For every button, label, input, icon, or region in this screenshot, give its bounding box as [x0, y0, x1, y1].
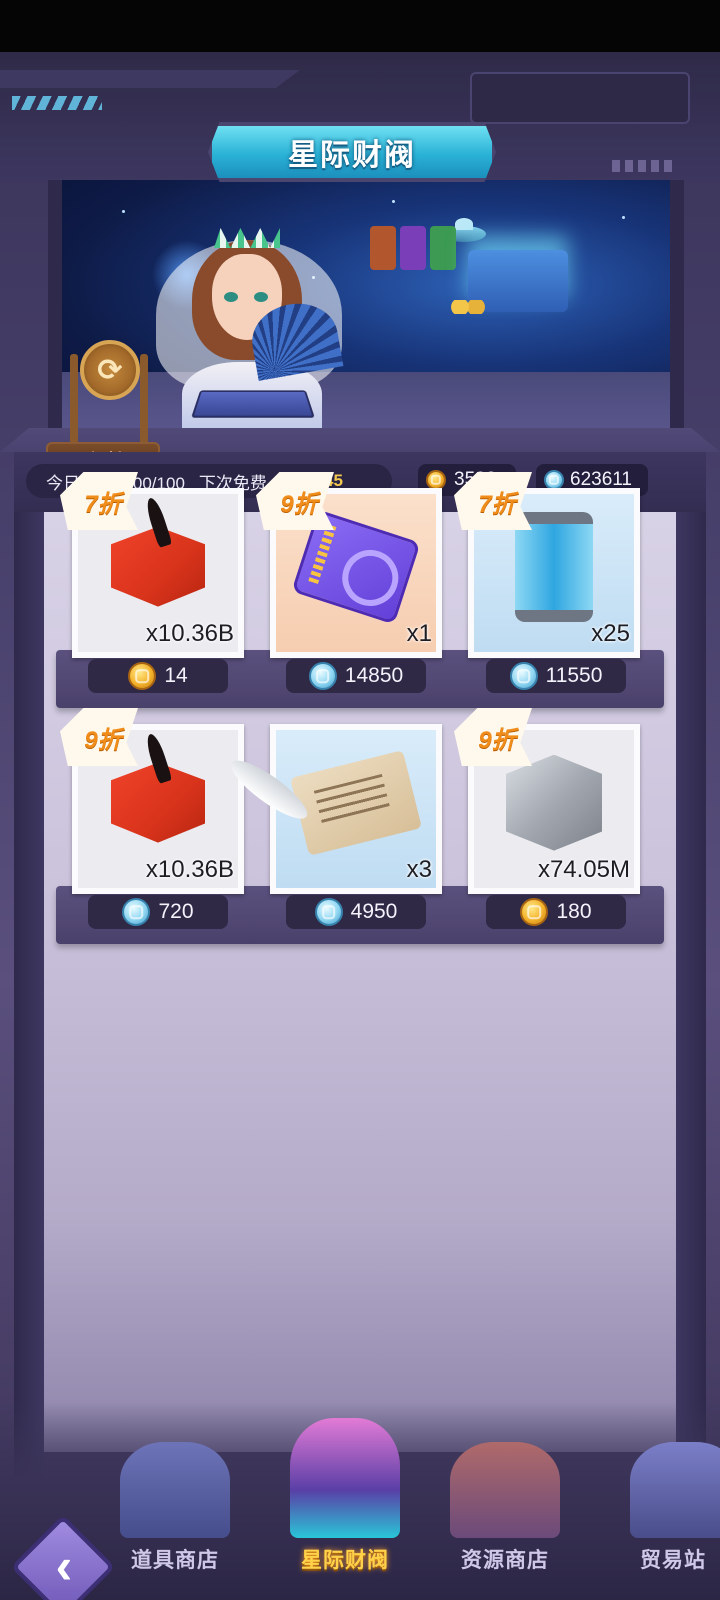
tab-trade-station[interactable]: 贸易站 — [610, 1432, 720, 1600]
page-title: 星际财阀 — [288, 139, 416, 172]
item-quantity: x3 — [406, 856, 432, 883]
item-quantity: x74.05M — [537, 856, 630, 883]
price-button[interactable]: 11550 — [486, 659, 626, 693]
price-button[interactable]: 180 — [486, 895, 626, 929]
item-price: 720 — [158, 900, 194, 923]
shop-scene: 星际财阀 ⟳ 刷 新 今日次数: 100/100 下次免费 01:53:45 3… — [0, 52, 720, 1600]
tab-label: 星际财阀 — [301, 1549, 389, 1572]
frame-decoration — [0, 70, 300, 88]
bottom-nav: 道具商店 星际财阀 资源商店 贸易站 ‹ — [0, 1402, 720, 1600]
item-price: 11550 — [545, 664, 603, 687]
item-quantity: x1 — [406, 620, 432, 647]
star — [622, 216, 625, 219]
laptop-prop — [191, 390, 315, 418]
resource-shop-tent-icon — [450, 1442, 560, 1538]
item-row: x10.36B 9折 720 x3 4950 x74.05M 9折 180 — [56, 708, 664, 944]
jar-green — [430, 226, 456, 270]
item-quantity: x10.36B — [145, 856, 234, 883]
coin-pile — [448, 300, 488, 314]
status-bar — [0, 0, 720, 52]
crystal-coin-icon — [122, 898, 151, 926]
frame-stripes-decoration — [12, 96, 102, 110]
frame-panel-decoration — [470, 72, 690, 124]
item-price: 180 — [556, 900, 592, 923]
scroll-quill-icon — [224, 749, 422, 856]
price-button[interactable]: 14 — [88, 659, 228, 693]
tab-label: 道具商店 — [131, 1549, 219, 1572]
item-shop-building-icon — [120, 1442, 230, 1538]
red-cube-icon — [111, 731, 205, 843]
refresh-icon[interactable]: ⟳ — [80, 340, 140, 400]
tab-label: 资源商店 — [461, 1549, 549, 1572]
tab-item-shop[interactable]: 道具商店 — [100, 1432, 250, 1600]
shop-frame-right — [676, 512, 706, 1512]
price-button[interactable]: 14850 — [286, 659, 426, 693]
shop-frame-left — [14, 512, 44, 1512]
item-row: x10.36B 7折 14 x1 9折 14850 x25 7折 11550 — [56, 472, 664, 708]
item-quantity: x10.36B — [145, 620, 234, 647]
gold-coin-icon — [426, 470, 446, 490]
trade-station-building-icon — [630, 1442, 720, 1538]
character-eye — [254, 292, 268, 302]
gold-coin-icon — [520, 898, 549, 926]
character-eye — [224, 292, 238, 302]
item-price: 14850 — [344, 664, 404, 687]
tycoon-tower-icon — [290, 1418, 400, 1538]
chevron-left-icon[interactable]: ‹ — [40, 1541, 88, 1591]
gold-coin-icon — [128, 662, 157, 690]
refresh-pole — [70, 354, 78, 444]
frame-leds-decoration — [612, 160, 672, 172]
item-quantity: x25 — [591, 620, 630, 647]
star — [392, 200, 395, 203]
tab-interstellar-tycoon[interactable]: 星际财阀 — [270, 1418, 420, 1600]
price-button[interactable]: 720 — [88, 895, 228, 929]
shop-item-card[interactable]: x3 — [224, 724, 442, 894]
price-button[interactable]: 4950 — [286, 895, 426, 929]
specimen-jars — [370, 226, 460, 272]
dna-ticket-icon — [291, 509, 421, 625]
crystal-coin-icon — [509, 662, 538, 690]
refresh-device[interactable]: ⟳ — [64, 334, 154, 444]
crystal-coin-icon — [544, 470, 564, 490]
red-cube-icon — [111, 495, 205, 607]
metal-cube-icon — [506, 754, 602, 851]
crystal-coin-icon — [314, 898, 343, 926]
jar-orange — [370, 226, 396, 270]
tab-label: 贸易站 — [640, 1549, 706, 1572]
item-price: 14 — [164, 664, 188, 687]
jar-purple — [400, 226, 426, 270]
item-price: 4950 — [350, 900, 398, 923]
refresh-pole — [140, 354, 148, 444]
crystal-coin-icon — [308, 662, 337, 690]
tab-resource-shop[interactable]: 资源商店 — [430, 1432, 580, 1600]
star — [122, 210, 125, 213]
title-plate: 星际财阀 — [208, 122, 496, 182]
